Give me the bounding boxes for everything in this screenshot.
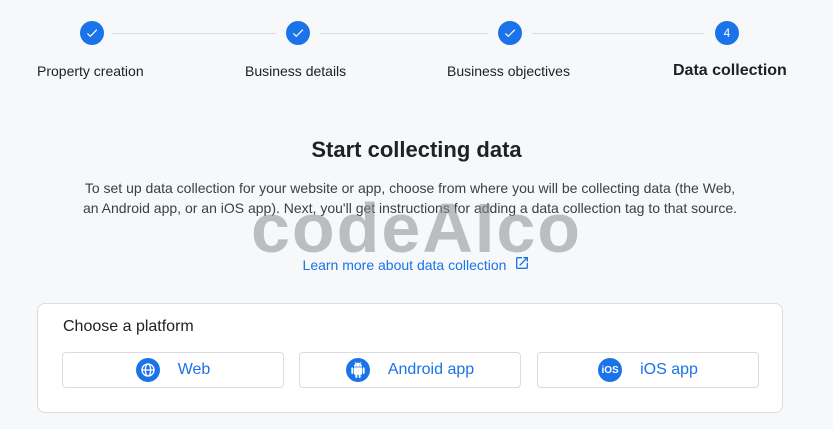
step-2-check-icon[interactable] bbox=[286, 21, 310, 45]
step-label-business-objectives[interactable]: Business objectives bbox=[447, 63, 570, 79]
ios-icon: iOS bbox=[598, 358, 623, 382]
globe-icon bbox=[135, 358, 160, 382]
stepper-line bbox=[112, 33, 276, 34]
android-button-label: Android app bbox=[387, 361, 475, 378]
ios-button-label: iOS app bbox=[640, 361, 698, 378]
web-platform-button[interactable]: Web bbox=[62, 352, 284, 388]
platform-card-title: Choose a platform bbox=[63, 318, 194, 335]
stepper-line bbox=[320, 33, 488, 34]
step-label-data-collection: Data collection bbox=[673, 62, 787, 79]
step-1-check-icon[interactable] bbox=[80, 21, 104, 45]
step-label-business-details[interactable]: Business details bbox=[245, 63, 346, 79]
web-button-label: Web bbox=[177, 361, 211, 378]
android-icon bbox=[345, 358, 370, 382]
step-3-check-icon[interactable] bbox=[498, 21, 522, 45]
setup-stepper: 4 Property creation Business details Bus… bbox=[0, 0, 833, 100]
step-4-number: 4 bbox=[715, 21, 739, 45]
learn-more-link[interactable]: Learn more about data collection bbox=[0, 255, 833, 274]
android-platform-button[interactable]: Android app bbox=[299, 352, 521, 388]
learn-more-label[interactable]: Learn more about data collection bbox=[303, 257, 507, 273]
ios-platform-button[interactable]: iOS iOS app bbox=[537, 352, 759, 388]
open-in-new-icon bbox=[514, 255, 530, 274]
step-label-property-creation[interactable]: Property creation bbox=[37, 63, 144, 79]
page-description: To set up data collection for your websi… bbox=[82, 180, 738, 216]
platform-card: Choose a platform Web Android app iOS iO… bbox=[37, 303, 783, 413]
stepper-line bbox=[532, 33, 704, 34]
page-title: Start collecting data bbox=[311, 137, 522, 162]
